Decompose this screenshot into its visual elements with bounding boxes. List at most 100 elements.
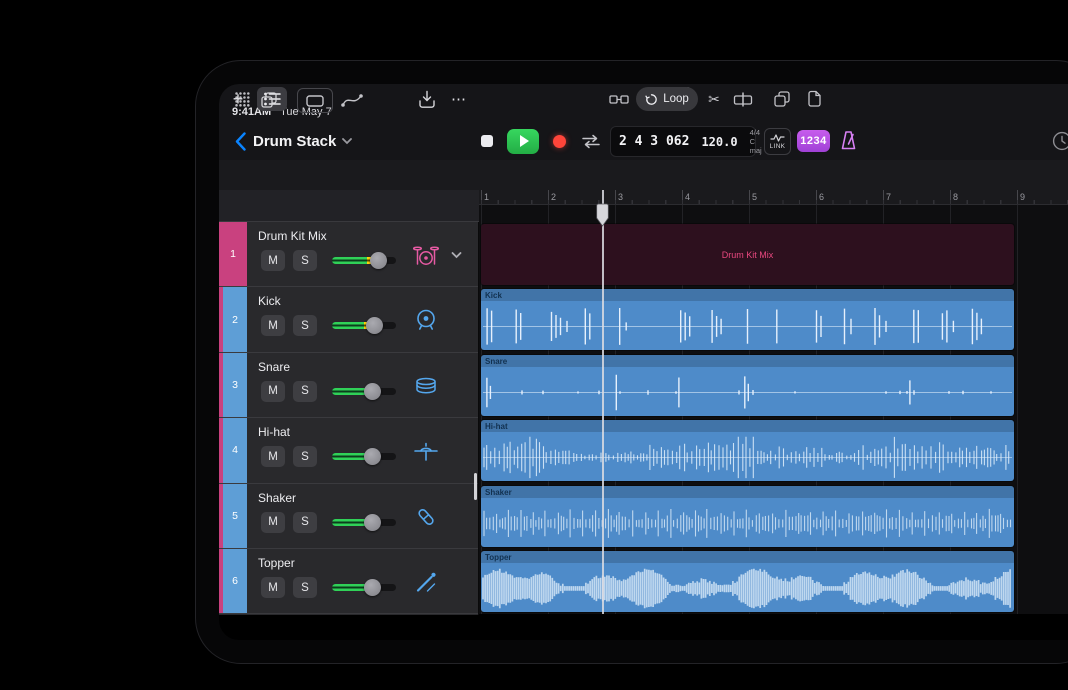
mute-button[interactable]: M <box>261 315 285 337</box>
slider-knob[interactable] <box>366 317 384 335</box>
split-scissors-button[interactable]: ✂ <box>705 89 723 109</box>
track-number-badge[interactable]: 4 <box>223 418 247 483</box>
volume-slider[interactable] <box>332 252 396 269</box>
slider-knob[interactable] <box>369 252 387 269</box>
slider-knob[interactable] <box>363 382 381 400</box>
audio-region[interactable]: Snare <box>481 354 1014 416</box>
record-button[interactable] <box>553 134 566 148</box>
marquee-icon <box>306 94 324 107</box>
link-pulse-icon <box>770 133 785 142</box>
slider-knob[interactable] <box>363 579 381 596</box>
count-in-button[interactable]: 1234 <box>797 130 830 152</box>
add-track-button[interactable]: + <box>227 87 249 111</box>
marquee-tool-button[interactable] <box>297 88 333 113</box>
track-number-badge[interactable]: 1 <box>219 222 247 287</box>
track-number: 3 <box>232 378 238 391</box>
track-header-row[interactable]: 3 Snare M S <box>219 352 478 419</box>
play-button[interactable] <box>507 128 539 154</box>
track-number-badge[interactable]: 5 <box>223 483 247 548</box>
track-number-badge[interactable]: 6 <box>223 549 247 614</box>
waveform <box>481 499 1014 546</box>
mute-button[interactable]: M <box>261 250 285 271</box>
solo-button[interactable]: S <box>293 315 317 337</box>
stop-button[interactable] <box>481 135 493 147</box>
region-label: Topper <box>485 553 512 562</box>
region-header-strip <box>481 551 1014 563</box>
cycle-button[interactable] <box>580 133 602 150</box>
join-regions-button[interactable] <box>609 91 629 108</box>
ruler-beat-ticks <box>479 200 1068 204</box>
paste-button[interactable] <box>804 89 824 109</box>
playhead-line <box>602 190 604 614</box>
volume-slider[interactable] <box>332 579 396 596</box>
mute-button[interactable]: M <box>261 577 285 598</box>
track-name: Drum Kit Mix <box>258 229 327 243</box>
divide-region-button[interactable] <box>732 89 754 109</box>
copy-button[interactable] <box>772 89 792 109</box>
loop-icon <box>645 93 658 105</box>
volume-slider[interactable] <box>332 513 396 531</box>
mute-button[interactable]: M <box>261 511 285 533</box>
mute-button[interactable]: M <box>261 446 285 468</box>
arrange-area[interactable]: Drum Kit Mix Kick Snare Hi-hat Shaker To… <box>479 205 1068 614</box>
slider-knob[interactable] <box>364 448 382 466</box>
duplicate-track-button[interactable] <box>259 90 279 109</box>
solo-button[interactable]: S <box>293 446 317 468</box>
metronome-button[interactable] <box>836 128 860 152</box>
instrument-icon[interactable] <box>412 306 440 334</box>
loop-label: Loop <box>663 93 689 105</box>
mute-button[interactable]: M <box>261 380 285 402</box>
instrument-icon[interactable] <box>412 241 440 269</box>
track-number-badge[interactable]: 2 <box>223 287 247 352</box>
instrument-icon[interactable] <box>412 568 440 596</box>
loop-toggle-button[interactable]: Loop <box>636 87 698 111</box>
solo-button[interactable]: S <box>293 380 317 402</box>
audio-region[interactable]: Shaker <box>481 485 1014 547</box>
project-title-button[interactable]: Drum Stack <box>253 130 353 152</box>
more-options-button[interactable]: ⋯ <box>447 87 471 111</box>
solo-button[interactable]: S <box>293 250 317 271</box>
mute-solo-group: M S <box>261 577 317 598</box>
instrument-icon[interactable] <box>412 372 440 400</box>
solo-button[interactable]: S <box>293 511 317 533</box>
instrument-icon[interactable] <box>412 437 440 465</box>
track-import-button[interactable] <box>417 89 437 109</box>
panel-resize-handle[interactable] <box>474 473 477 500</box>
join-icon <box>609 95 629 104</box>
waveform <box>481 564 1014 611</box>
track-header-row[interactable]: 1 Drum Kit Mix M S <box>219 222 478 288</box>
track-header-row[interactable]: 4 Hi-hat M S <box>219 418 478 484</box>
link-button[interactable]: LINK <box>764 128 791 155</box>
track-header-row[interactable]: 6 Topper M S <box>219 549 478 615</box>
ipad-device: 9:41AM Tue May 7 Drum Stack 2 4 3 062 120… <box>195 60 1068 664</box>
clock-icon <box>1052 131 1068 151</box>
volume-slider[interactable] <box>332 382 396 400</box>
back-chevron-icon <box>235 131 246 151</box>
solo-button[interactable]: S <box>293 577 317 598</box>
audio-region[interactable]: Drum Kit Mix <box>481 224 1014 285</box>
volume-slider[interactable] <box>332 317 396 335</box>
track-header-row[interactable]: 2 Kick M S <box>219 287 478 353</box>
audio-region[interactable]: Topper <box>481 551 1014 612</box>
session-clock-button[interactable] <box>1052 131 1068 151</box>
waveform <box>481 368 1014 415</box>
instrument-icon[interactable] <box>412 503 440 531</box>
track-name: Hi-hat <box>258 425 291 440</box>
track-number: 2 <box>232 313 238 326</box>
lcd-display[interactable]: 2 4 3 062 120.0 4/4 C maj <box>610 126 762 157</box>
track-header-panel: 1 Drum Kit Mix M S 2 Kick M S 3 Snare M … <box>219 222 479 615</box>
slider-knob[interactable] <box>363 513 381 531</box>
automation-button[interactable] <box>339 88 365 111</box>
ruler-bar-label: 1 <box>484 192 490 202</box>
audio-region[interactable]: Hi-hat <box>481 420 1014 482</box>
back-button[interactable] <box>230 130 250 152</box>
volume-slider[interactable] <box>332 448 396 466</box>
audio-region[interactable]: Kick <box>481 289 1014 351</box>
split-icon <box>733 92 753 106</box>
track-header-row[interactable]: 5 Shaker M S <box>219 483 478 549</box>
playhead-handle[interactable] <box>596 203 609 227</box>
stack-collapse-chevron[interactable] <box>448 247 464 263</box>
chevron-down-icon <box>342 137 353 144</box>
track-number-badge[interactable]: 3 <box>223 352 247 418</box>
timeline-ruler[interactable]: 1 2 3 4 5 6 7 8 9 <box>479 190 1068 205</box>
